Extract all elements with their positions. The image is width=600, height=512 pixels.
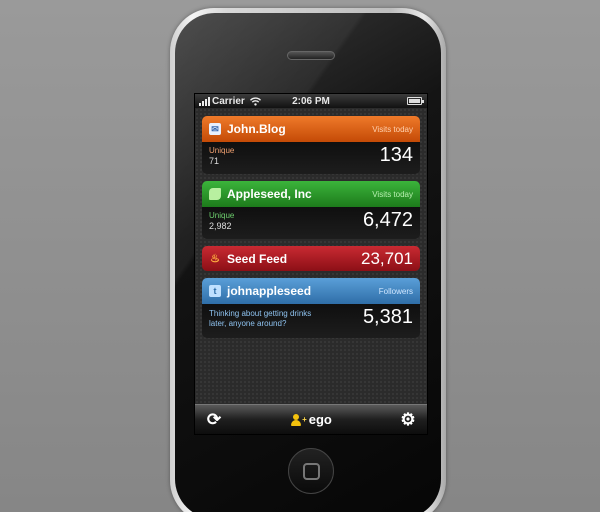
card-meta-label: Visits today xyxy=(372,124,413,134)
app-screen: Carrier 2:06 PM ✉ John.Blog Visits today xyxy=(194,93,428,435)
card-seed-feed[interactable]: ♨ Seed Feed 23,701 xyxy=(202,246,420,271)
home-button[interactable] xyxy=(288,448,334,494)
visits-value: 134 xyxy=(379,144,413,166)
card-twitter[interactable]: t johnappleseed Followers Thinking about… xyxy=(202,278,420,338)
flame-icon: ♨ xyxy=(210,253,220,265)
card-body: Unique 2,982 6,472 xyxy=(202,207,420,239)
card-header: ♨ Seed Feed 23,701 xyxy=(202,246,420,271)
card-header: ✉ John.Blog Visits today xyxy=(202,116,420,142)
person-icon xyxy=(290,413,302,426)
phone-body: Carrier 2:06 PM ✉ John.Blog Visits today xyxy=(175,13,441,512)
latest-tweet: Thinking about getting drinks later, any… xyxy=(209,309,312,328)
card-body: Unique 71 134 xyxy=(202,142,420,174)
status-bar: Carrier 2:06 PM xyxy=(195,94,427,108)
app-logo: + ego xyxy=(290,412,332,427)
dashboard-list: ✉ John.Blog Visits today Unique 71 134 A… xyxy=(195,108,427,404)
envelope-icon: ✉ xyxy=(209,123,221,135)
card-title: John.Blog xyxy=(227,122,286,136)
card-meta-label: Followers xyxy=(378,286,413,296)
battery-icon xyxy=(407,97,424,105)
home-square-icon xyxy=(303,463,320,480)
card-meta-label: Visits today xyxy=(372,189,413,199)
earpiece-speaker xyxy=(287,51,335,60)
visits-value: 6,472 xyxy=(362,209,413,231)
card-title: johnappleseed xyxy=(227,284,312,298)
twitter-bird-icon: t xyxy=(209,285,221,297)
gear-icon[interactable]: ⚙ xyxy=(398,410,418,430)
leaf-icon xyxy=(209,188,221,200)
card-header: t johnappleseed Followers xyxy=(202,278,420,304)
card-appleseed-inc[interactable]: Appleseed, Inc Visits today Unique 2,982… xyxy=(202,181,420,239)
card-header: Appleseed, Inc Visits today xyxy=(202,181,420,207)
app-name: ego xyxy=(308,412,332,427)
bottom-toolbar: ⟳ + ego ⚙ xyxy=(195,404,427,434)
followers-value: 5,381 xyxy=(362,306,413,328)
status-time: 2:06 PM xyxy=(292,95,330,107)
card-body: Thinking about getting drinks later, any… xyxy=(202,304,420,338)
card-john-blog[interactable]: ✉ John.Blog Visits today Unique 71 134 xyxy=(202,116,420,174)
card-title: Seed Feed xyxy=(227,251,288,266)
refresh-icon[interactable]: ⟳ xyxy=(204,410,224,430)
feed-value: 23,701 xyxy=(361,248,413,268)
phone-frame: Carrier 2:06 PM ✉ John.Blog Visits today xyxy=(170,8,446,512)
logo-plus: + xyxy=(302,415,307,424)
card-title: Appleseed, Inc xyxy=(227,187,312,201)
